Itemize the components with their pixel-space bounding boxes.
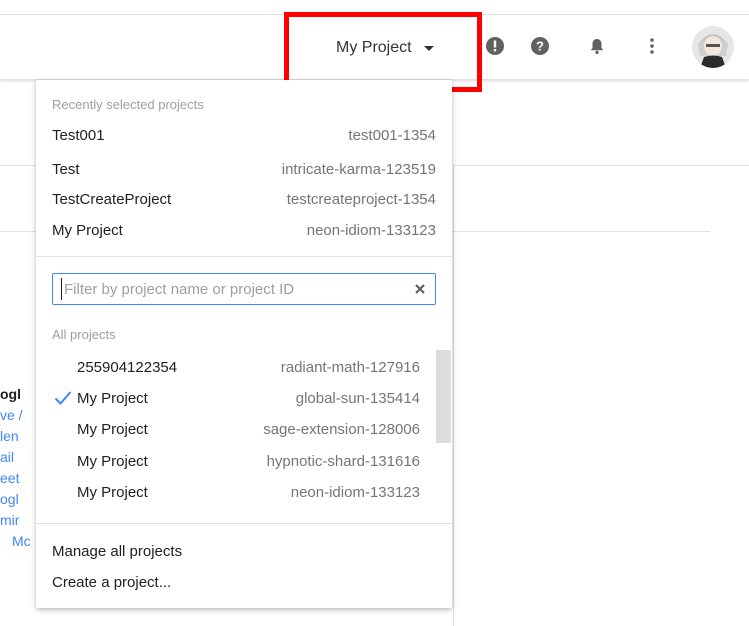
project-filter-field[interactable] (52, 273, 436, 305)
project-id: intricate-karma-123519 (281, 161, 436, 178)
project-name: My Project (77, 484, 148, 501)
project-name: My Project (77, 421, 148, 438)
avatar[interactable] (692, 26, 734, 68)
background-link[interactable]: eet (0, 468, 40, 489)
recent-project-row[interactable]: Test001 test001-1354 (36, 120, 452, 151)
project-row-selected[interactable]: My Project global-sun-135414 (36, 383, 452, 414)
project-id: testcreateproject-1354 (286, 191, 436, 208)
svg-text:?: ? (536, 39, 544, 54)
manage-all-projects-link[interactable]: Manage all projects (52, 543, 182, 560)
project-id: neon-idiom-133123 (306, 222, 436, 239)
project-name: My Project (77, 453, 148, 470)
recent-project-row[interactable]: Test intricate-karma-123519 (36, 154, 452, 185)
section-divider (36, 523, 452, 524)
project-row[interactable]: My Project neon-idiom-133123 (36, 477, 452, 508)
background-link[interactable]: len (0, 426, 40, 447)
background-divider (0, 165, 36, 166)
recent-project-row[interactable]: My Project neon-idiom-133123 (36, 215, 452, 246)
project-list-scrollbar[interactable] (436, 350, 451, 443)
create-project-link[interactable]: Create a project... (52, 574, 171, 591)
project-id: global-sun-135414 (295, 390, 420, 407)
project-picker-dropdown: Recently selected projects Test001 test0… (36, 80, 452, 608)
project-name: 255904122354 (77, 359, 178, 376)
background-divider (0, 231, 36, 232)
background-card (453, 165, 749, 626)
all-projects-heading: All projects (52, 327, 116, 342)
project-id: test001-1354 (348, 127, 436, 144)
more-vert-icon[interactable] (640, 34, 664, 58)
project-id: sage-extension-128006 (263, 421, 420, 438)
background-link[interactable]: ogl (0, 489, 40, 510)
project-name: TestCreateProject (52, 191, 172, 208)
project-id: hypnotic-shard-131616 (266, 453, 420, 470)
background-text: ogl (0, 386, 21, 402)
project-selector-label: My Project (336, 39, 412, 56)
background-link[interactable]: Mc (0, 531, 40, 552)
project-row[interactable]: My Project hypnotic-shard-131616 (36, 446, 452, 477)
close-icon[interactable] (413, 282, 427, 296)
project-name: My Project (52, 222, 123, 239)
project-row[interactable]: 255904122354 radiant-math-127916 (36, 352, 452, 383)
bell-icon[interactable] (585, 34, 609, 58)
recent-project-row[interactable]: TestCreateProject testcreateproject-1354 (36, 184, 452, 215)
project-name: Test001 (52, 127, 105, 144)
background-link[interactable]: ve / (0, 405, 40, 426)
help-icon[interactable]: ? (528, 34, 552, 58)
section-divider (36, 256, 452, 257)
project-row[interactable]: My Project sage-extension-128006 (36, 414, 452, 445)
caret-down-icon (423, 45, 434, 51)
project-name: My Project (77, 390, 148, 407)
background-divider (452, 231, 710, 232)
recent-projects-heading: Recently selected projects (52, 97, 204, 112)
project-id: neon-idiom-133123 (290, 484, 420, 501)
background-side-list: ogl ve / len ail eet ogl mir Mc (0, 384, 40, 552)
project-selector-button[interactable]: My Project (336, 37, 434, 59)
alert-icon[interactable] (483, 34, 507, 58)
check-icon (54, 390, 72, 406)
background-link[interactable]: ail (0, 447, 40, 468)
project-name: Test (52, 161, 80, 178)
project-filter-input[interactable] (61, 278, 404, 300)
background-link[interactable]: mir (0, 510, 40, 531)
project-id: radiant-math-127916 (280, 359, 420, 376)
